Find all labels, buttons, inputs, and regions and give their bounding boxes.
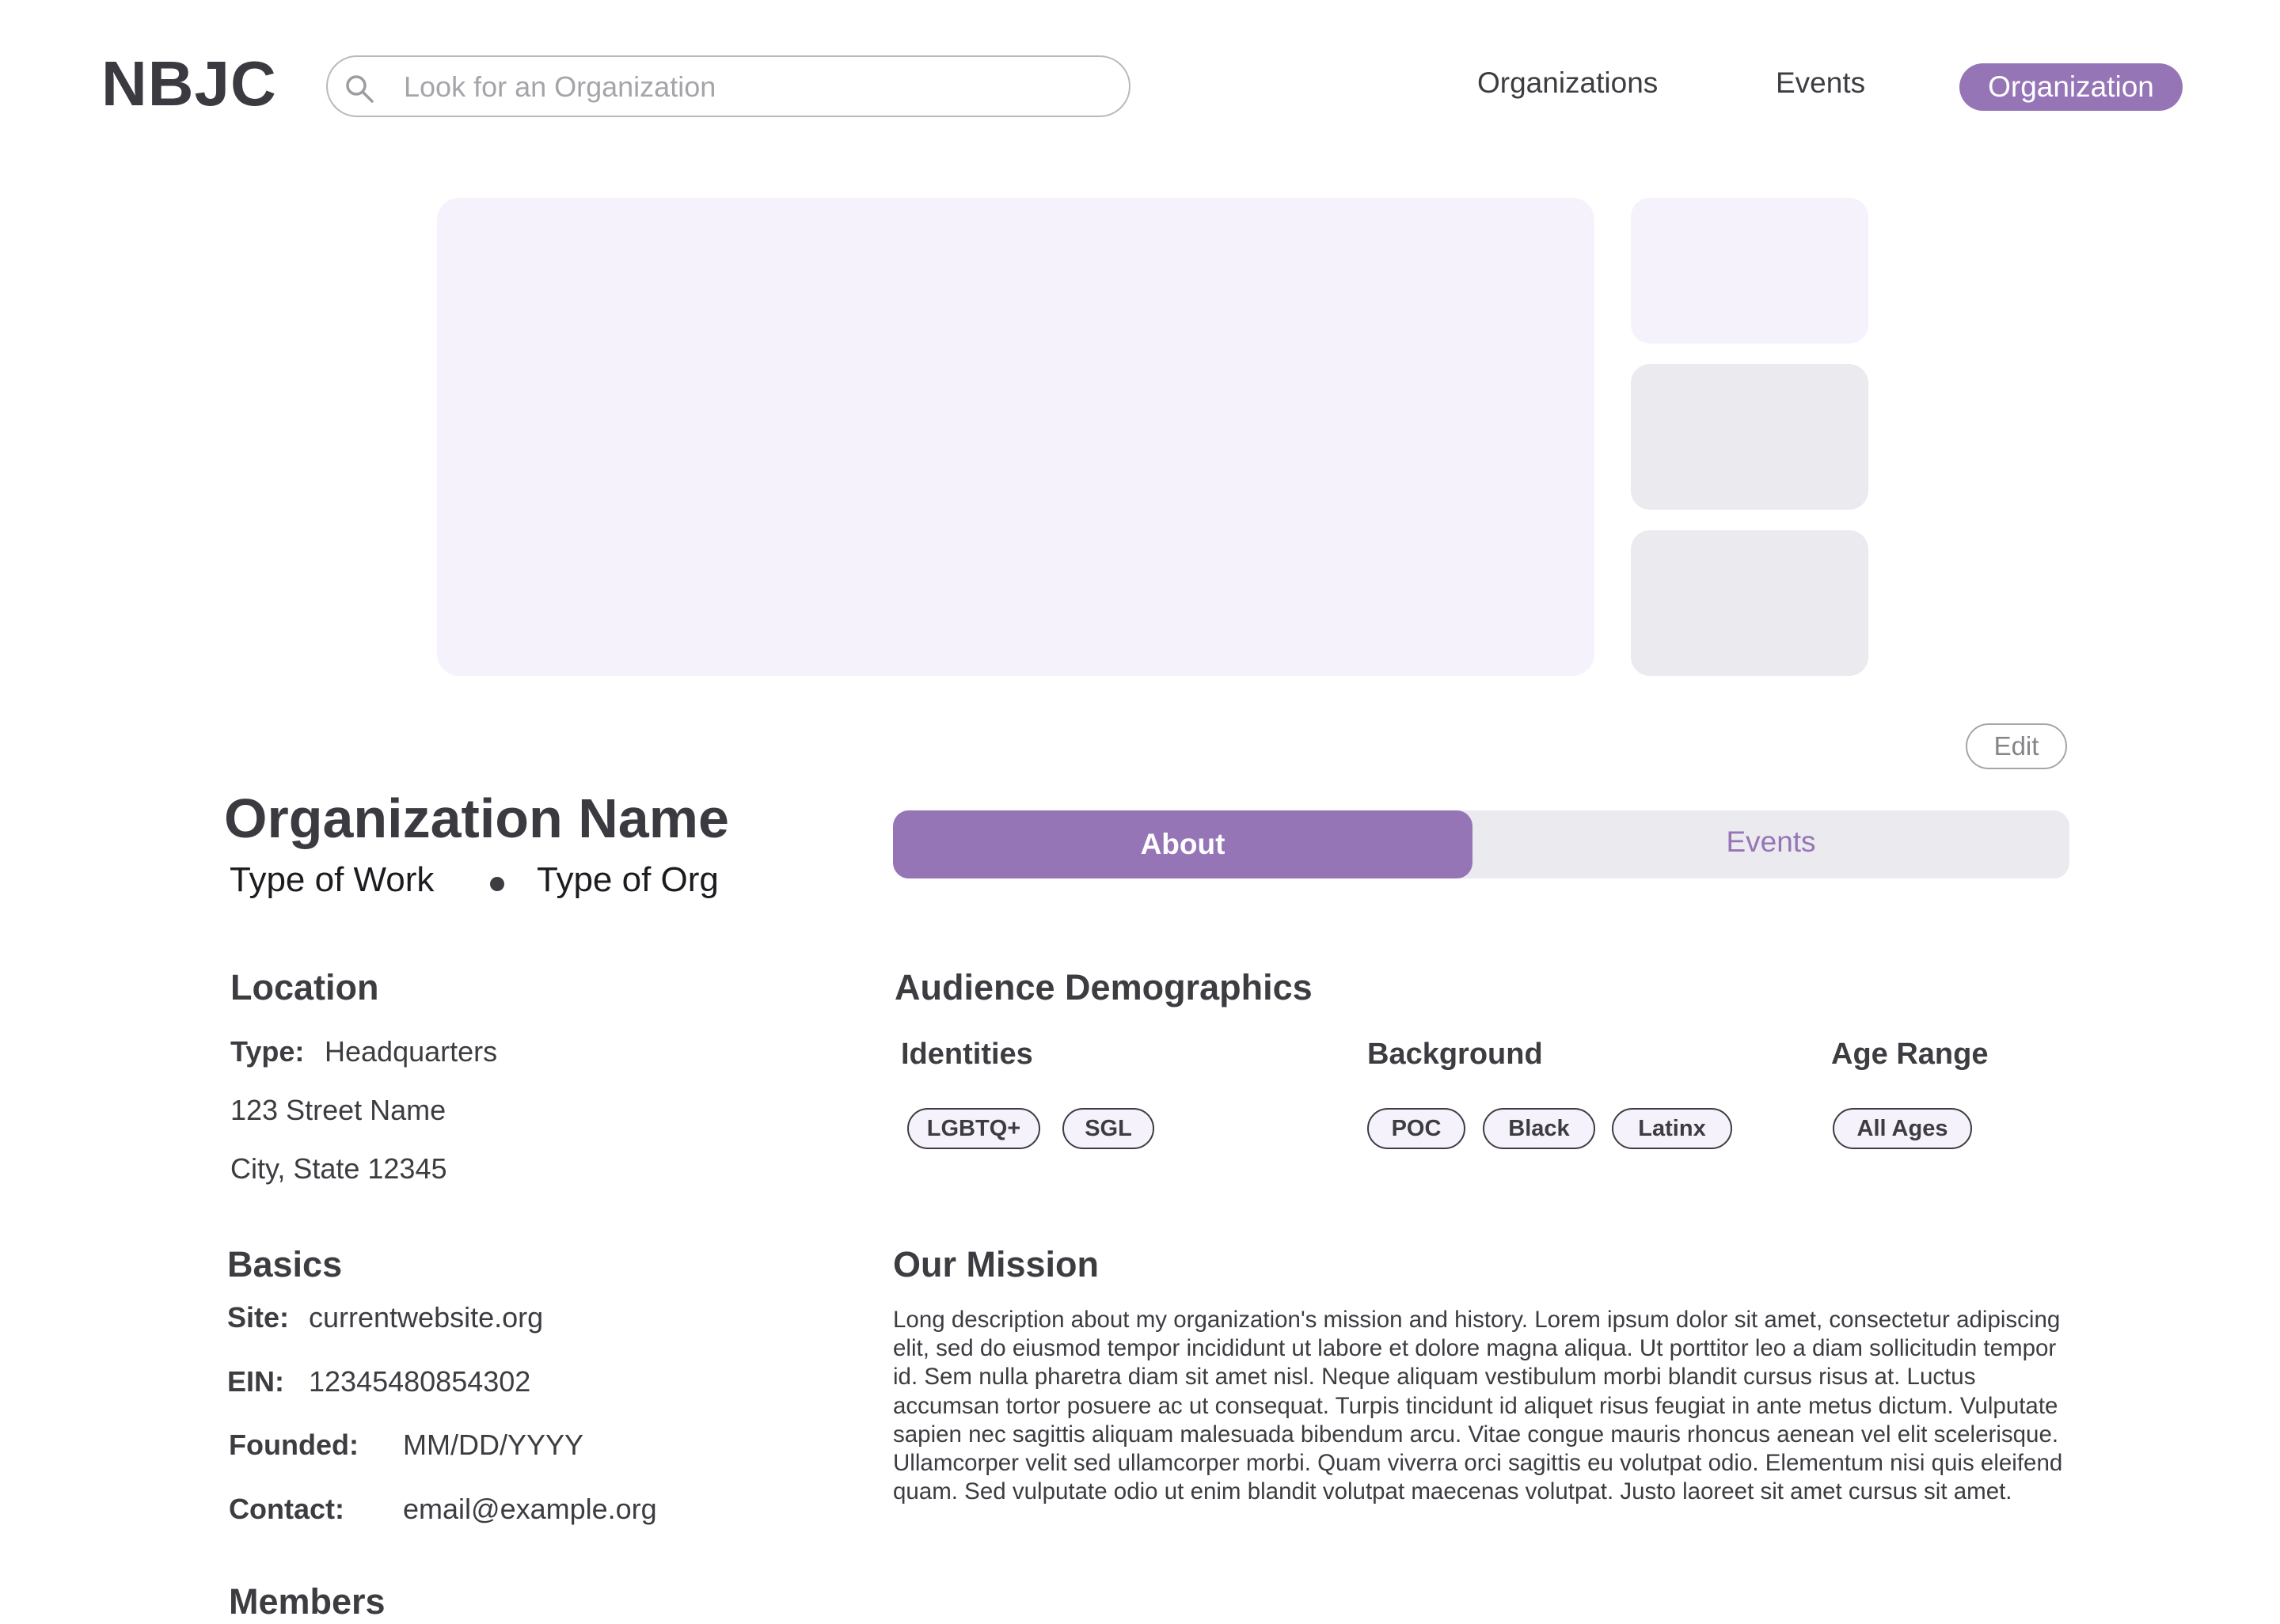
search-bar[interactable] bbox=[326, 55, 1130, 117]
gallery-thumbnail-2[interactable] bbox=[1631, 364, 1868, 510]
type-of-work: Type of Work bbox=[230, 860, 435, 899]
type-of-org: Type of Org bbox=[537, 860, 719, 899]
location-city: City, State 12345 bbox=[230, 1152, 447, 1185]
location-heading: Location bbox=[230, 967, 379, 1007]
chip-lgbtq: LGBTQ+ bbox=[907, 1108, 1040, 1149]
basics-heading: Basics bbox=[227, 1244, 343, 1284]
contact-label: Contact: bbox=[229, 1493, 344, 1525]
chip-all-ages: All Ages bbox=[1833, 1108, 1972, 1149]
location-street: 123 Street Name bbox=[230, 1094, 446, 1126]
mission-heading: Our Mission bbox=[893, 1244, 1100, 1284]
chip-latinx: Latinx bbox=[1612, 1108, 1732, 1149]
gallery-thumbnail-3[interactable] bbox=[1631, 530, 1868, 676]
gallery-thumbnail-1[interactable] bbox=[1631, 198, 1868, 343]
location-type-value: Headquarters bbox=[325, 1035, 498, 1068]
chip-sgl: SGL bbox=[1062, 1108, 1154, 1149]
edit-button[interactable]: Edit bbox=[1966, 723, 2067, 769]
ein-label: EIN: bbox=[227, 1365, 284, 1398]
site-link[interactable]: currentwebsite.org bbox=[309, 1300, 543, 1336]
site-label: Site: bbox=[227, 1301, 290, 1334]
mission-text: Long description about my organization's… bbox=[893, 1307, 2063, 1505]
founded-label: Founded: bbox=[229, 1429, 359, 1461]
tab-events[interactable]: Events bbox=[1472, 810, 2069, 878]
gallery-main-image[interactable] bbox=[437, 198, 1594, 676]
age-range-label: Age Range bbox=[1831, 1038, 1989, 1071]
tab-about[interactable]: About bbox=[893, 810, 1472, 878]
demographics-heading: Audience Demographics bbox=[895, 967, 1313, 1007]
organization-name: Organization Name bbox=[224, 787, 729, 849]
background-label: Background bbox=[1367, 1038, 1543, 1071]
search-icon bbox=[346, 75, 374, 103]
nav-organization-active[interactable]: Organization bbox=[1959, 63, 2183, 111]
location-type-label: Type: bbox=[230, 1035, 305, 1068]
ein-value: 12345480854302 bbox=[309, 1365, 531, 1398]
tab-bar: About Events bbox=[893, 810, 2069, 878]
search-input[interactable] bbox=[402, 66, 1102, 108]
members-heading: Members bbox=[229, 1581, 386, 1622]
identities-label: Identities bbox=[901, 1038, 1033, 1071]
separator-dot bbox=[490, 877, 504, 891]
nav-organizations[interactable]: Organizations bbox=[1477, 63, 1658, 103]
nav-events[interactable]: Events bbox=[1776, 63, 1865, 103]
contact-email[interactable]: email@example.org bbox=[403, 1491, 657, 1527]
chip-black: Black bbox=[1483, 1108, 1595, 1149]
founded-value: MM/DD/YYYY bbox=[403, 1429, 584, 1461]
site-logo[interactable]: NBJC bbox=[101, 44, 277, 123]
chip-poc: POC bbox=[1367, 1108, 1465, 1149]
